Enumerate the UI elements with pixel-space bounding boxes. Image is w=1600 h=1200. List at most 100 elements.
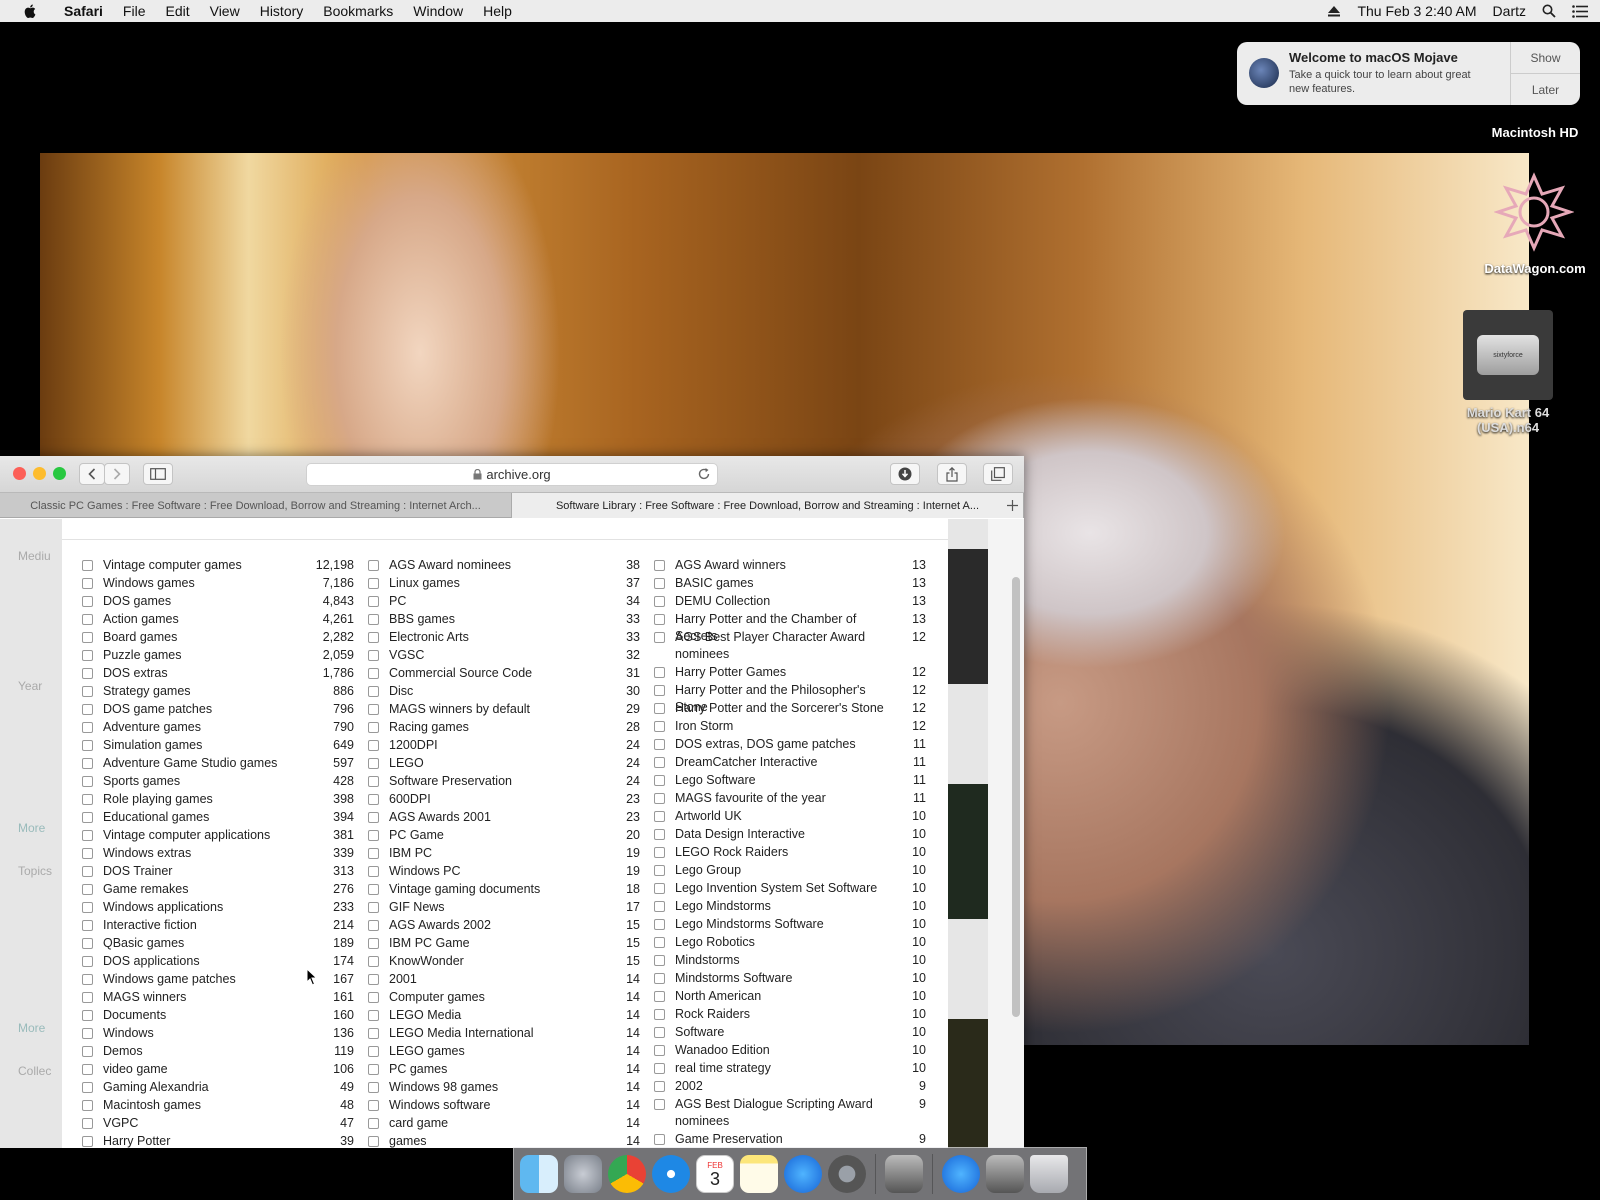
topic-checkbox[interactable] xyxy=(82,884,93,895)
system-preferences-gear-icon[interactable] xyxy=(828,1155,866,1193)
topic-row[interactable]: Action games 4,261 xyxy=(82,611,354,628)
topic-checkbox[interactable] xyxy=(368,560,379,571)
topic-checkbox[interactable] xyxy=(654,596,665,607)
topic-checkbox[interactable] xyxy=(82,776,93,787)
spotlight-search-icon[interactable] xyxy=(1542,4,1556,18)
topic-checkbox[interactable] xyxy=(654,721,665,732)
topic-row[interactable]: Game Preservation 9 xyxy=(654,1131,926,1148)
topic-row[interactable]: AGS Awards 2001 23 xyxy=(368,809,640,826)
topic-row[interactable]: Software 10 xyxy=(654,1024,926,1041)
topic-row[interactable]: Iron Storm 12 xyxy=(654,718,926,735)
topic-checkbox[interactable] xyxy=(368,704,379,715)
eject-icon[interactable] xyxy=(1327,5,1341,17)
topic-row[interactable]: Lego Invention System Set Software 10 xyxy=(654,880,926,897)
topic-row[interactable]: QBasic games 189 xyxy=(82,935,354,952)
notification-banner[interactable]: Welcome to macOS Mojave Take a quick tou… xyxy=(1237,42,1580,105)
topic-row[interactable]: Strategy games 886 xyxy=(82,683,354,700)
topic-row[interactable]: DOS games 4,843 xyxy=(82,593,354,610)
topic-checkbox[interactable] xyxy=(654,1134,665,1145)
topic-row[interactable]: DOS extras, DOS game patches 11 xyxy=(654,736,926,753)
tab-software-library[interactable]: Software Library : Free Software : Free … xyxy=(512,493,1024,518)
topic-checkbox[interactable] xyxy=(368,578,379,589)
topic-row[interactable]: Racing games 28 xyxy=(368,719,640,736)
sidebar-more-link[interactable]: More xyxy=(18,1021,45,1035)
topic-checkbox[interactable] xyxy=(368,992,379,1003)
topic-checkbox[interactable] xyxy=(368,740,379,751)
notes-icon[interactable] xyxy=(740,1155,778,1193)
topic-checkbox[interactable] xyxy=(654,883,665,894)
notification-center-icon[interactable] xyxy=(1572,4,1588,18)
topic-row[interactable]: AGS Award nominees 38 xyxy=(368,557,640,574)
menu-file[interactable]: File xyxy=(113,3,156,19)
topic-row[interactable]: Vintage computer games 12,198 xyxy=(82,557,354,574)
menu-bookmarks[interactable]: Bookmarks xyxy=(313,3,403,19)
topic-row[interactable]: Harry Potter and the Sorcerer's Stone 12 xyxy=(654,700,926,717)
safari-compass-icon[interactable] xyxy=(652,1155,690,1193)
topic-row[interactable]: IBM PC Game 15 xyxy=(368,935,640,952)
topic-checkbox[interactable] xyxy=(82,1082,93,1093)
topic-checkbox[interactable] xyxy=(654,901,665,912)
topic-row[interactable]: Commercial Source Code 31 xyxy=(368,665,640,682)
topic-row[interactable]: Educational games 394 xyxy=(82,809,354,826)
new-tab-button[interactable] xyxy=(1000,493,1024,518)
topic-checkbox[interactable] xyxy=(368,1118,379,1129)
topic-checkbox[interactable] xyxy=(368,1100,379,1111)
topic-checkbox[interactable] xyxy=(368,1064,379,1075)
topic-checkbox[interactable] xyxy=(368,1082,379,1093)
sidebar-toggle-button[interactable] xyxy=(143,463,173,485)
topic-checkbox[interactable] xyxy=(654,865,665,876)
topic-checkbox[interactable] xyxy=(654,1027,665,1038)
topic-checkbox[interactable] xyxy=(368,1028,379,1039)
topic-checkbox[interactable] xyxy=(368,812,379,823)
topic-row[interactable]: Adventure games 790 xyxy=(82,719,354,736)
topic-checkbox[interactable] xyxy=(654,973,665,984)
topic-row[interactable]: Windows games 7,186 xyxy=(82,575,354,592)
topic-row[interactable]: LEGO Media 14 xyxy=(368,1007,640,1024)
topic-row[interactable]: real time strategy 10 xyxy=(654,1060,926,1077)
topic-checkbox[interactable] xyxy=(368,758,379,769)
topic-row[interactable]: Mindstorms Software 10 xyxy=(654,970,926,987)
minimize-window-button[interactable] xyxy=(33,467,46,480)
topic-row[interactable]: Linux games 37 xyxy=(368,575,640,592)
topic-checkbox[interactable] xyxy=(654,667,665,678)
topic-checkbox[interactable] xyxy=(368,902,379,913)
topic-checkbox[interactable] xyxy=(82,722,93,733)
topic-row[interactable]: Disc 30 xyxy=(368,683,640,700)
trash-icon[interactable] xyxy=(1030,1155,1068,1193)
topic-row[interactable]: Windows 98 games 14 xyxy=(368,1079,640,1096)
topic-row[interactable]: Windows PC 19 xyxy=(368,863,640,880)
topic-checkbox[interactable] xyxy=(82,992,93,1003)
topic-row[interactable]: games 14 xyxy=(368,1133,640,1148)
topic-row[interactable]: Artworld UK 10 xyxy=(654,808,926,825)
topic-row[interactable]: AGS Awards 2002 15 xyxy=(368,917,640,934)
sidebar-more-link[interactable]: More xyxy=(18,821,45,835)
topic-row[interactable]: Role playing games 398 xyxy=(82,791,354,808)
topic-row[interactable]: GIF News 17 xyxy=(368,899,640,916)
topic-row[interactable]: Simulation games 649 xyxy=(82,737,354,754)
sixtyforce-stack-icon[interactable] xyxy=(986,1155,1024,1193)
topic-row[interactable]: Lego Robotics 10 xyxy=(654,934,926,951)
topic-row[interactable]: Windows software 14 xyxy=(368,1097,640,1114)
topic-checkbox[interactable] xyxy=(82,686,93,697)
topic-checkbox[interactable] xyxy=(654,1009,665,1020)
topic-row[interactable]: VGSC 32 xyxy=(368,647,640,664)
back-button[interactable] xyxy=(79,463,105,485)
topic-row[interactable]: BASIC games 13 xyxy=(654,575,926,592)
topic-checkbox[interactable] xyxy=(82,974,93,985)
topic-checkbox[interactable] xyxy=(82,740,93,751)
sixtyforce-emulator-icon[interactable] xyxy=(885,1155,923,1193)
menu-edit[interactable]: Edit xyxy=(155,3,199,19)
topic-checkbox[interactable] xyxy=(654,685,665,696)
topic-checkbox[interactable] xyxy=(654,1063,665,1074)
address-bar[interactable]: archive.org xyxy=(306,463,718,486)
zoom-window-button[interactable] xyxy=(53,467,66,480)
topic-row[interactable]: card game 14 xyxy=(368,1115,640,1132)
topic-row[interactable]: Rock Raiders 10 xyxy=(654,1006,926,1023)
topic-row[interactable]: Harry Potter 39 xyxy=(82,1133,354,1148)
topic-checkbox[interactable] xyxy=(82,902,93,913)
topic-checkbox[interactable] xyxy=(82,1028,93,1039)
topic-checkbox[interactable] xyxy=(654,1045,665,1056)
topic-row[interactable]: 2002 9 xyxy=(654,1078,926,1095)
topic-checkbox[interactable] xyxy=(82,1118,93,1129)
topic-checkbox[interactable] xyxy=(654,1081,665,1092)
